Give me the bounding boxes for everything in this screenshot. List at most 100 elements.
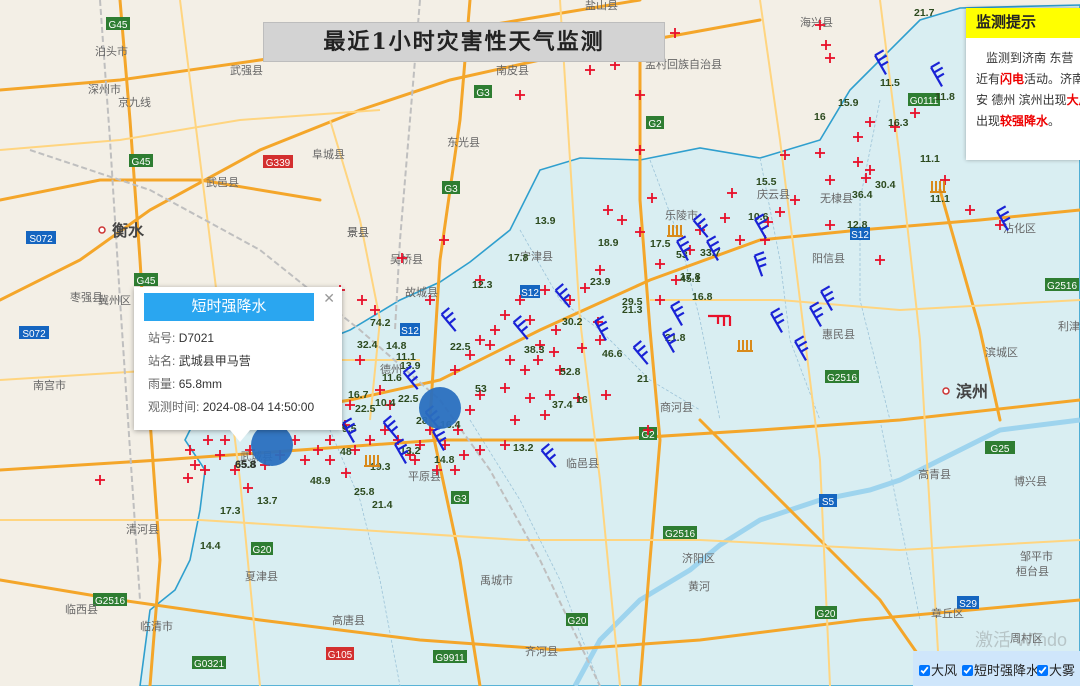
city-label: 乐陵市 bbox=[665, 208, 698, 222]
rain-value-label: 10.4 bbox=[375, 397, 396, 409]
city-label: 禹城市 bbox=[480, 573, 513, 587]
wind-checkbox[interactable] bbox=[919, 665, 930, 676]
svg-text:G3: G3 bbox=[476, 88, 490, 99]
city-label: 沾化区 bbox=[1003, 221, 1036, 235]
rain-value-label: 12.8 bbox=[847, 219, 868, 231]
toggle-fog[interactable]: 大雾 bbox=[1037, 660, 1075, 679]
rain-value-label: 15.9 bbox=[838, 97, 859, 109]
rain-value-label: 45.1 bbox=[680, 273, 701, 285]
rain-value-label: 17.5 bbox=[650, 238, 671, 250]
popup-name-row: 站名: 武城县甲马营 bbox=[148, 354, 251, 368]
toggle-rain[interactable]: 短时强降水 bbox=[962, 660, 1039, 679]
city-label: 黄河 bbox=[688, 579, 710, 593]
rain-value-label: 21 bbox=[637, 373, 649, 385]
rain-value-label: 15.5 bbox=[756, 176, 777, 188]
svg-text:S12: S12 bbox=[401, 326, 419, 337]
city-dot bbox=[942, 387, 950, 395]
city-label: 衡水 bbox=[112, 221, 145, 240]
svg-text:S12: S12 bbox=[851, 230, 869, 241]
rain-value-label: 13.2 bbox=[513, 442, 534, 454]
city-label: 济阳区 bbox=[682, 551, 715, 565]
rain-value-label: 23.9 bbox=[590, 276, 611, 288]
city-label: 高唐县 bbox=[332, 613, 365, 627]
city-label: 临邑县 bbox=[566, 456, 599, 470]
rain-value-label: 21.3 bbox=[622, 304, 643, 316]
city-label: 泊头市 bbox=[95, 44, 128, 58]
city-label: 阜城县 bbox=[312, 148, 345, 161]
popup-rain-row: 雨量: 65.8mm bbox=[148, 377, 223, 391]
notice-line2: 近有闪电活动。济南 bbox=[976, 72, 1080, 86]
svg-text:G45: G45 bbox=[109, 20, 128, 31]
notice-line4: 出现较强降水。 bbox=[976, 114, 1061, 128]
svg-text:G2516: G2516 bbox=[827, 373, 857, 384]
city-label: 商河县 bbox=[660, 400, 693, 414]
svg-text:G25: G25 bbox=[991, 444, 1010, 455]
rain-value-label: 11.1 bbox=[930, 193, 950, 205]
rain-value-label: 30.4 bbox=[875, 179, 896, 191]
popup-station-row: 站号: D7021 bbox=[148, 331, 215, 345]
rain-value-label: 22.5 bbox=[450, 341, 471, 353]
svg-text:G45: G45 bbox=[132, 157, 151, 168]
rain-value-label: 22.5 bbox=[355, 403, 376, 415]
rain-value-label: 11.8 bbox=[935, 91, 955, 103]
layer-toggle-panel: 大风 短时强降水 大雾 bbox=[913, 651, 1080, 686]
rain-checkbox[interactable] bbox=[962, 665, 973, 676]
rain-value-label: 13.7 bbox=[257, 495, 278, 507]
city-label: 惠民县 bbox=[822, 327, 855, 341]
selected-station-dot bbox=[251, 424, 293, 466]
notice-line3: 安 德州 滨州出现大风 bbox=[976, 93, 1080, 107]
city-label: 武邑县 bbox=[206, 176, 239, 189]
city-label: 冀州区 bbox=[98, 293, 131, 307]
rain-value-label: 16.3 bbox=[888, 117, 909, 129]
station-popup: 短时强降水 ✕ 站号: D7021 站名: 武城县甲马营 雨量: 65.8mm … bbox=[134, 287, 342, 442]
rain-value-label: 46.6 bbox=[602, 348, 623, 360]
city-label: 庆云县 bbox=[757, 187, 790, 201]
city-dot bbox=[98, 226, 106, 234]
city-label: 高青县 bbox=[918, 467, 951, 481]
rain-value-label: 21.7 bbox=[914, 7, 935, 19]
svg-text:S12: S12 bbox=[521, 288, 539, 299]
rain-value-label: 16 bbox=[814, 111, 826, 123]
rain-value-label: 14.8 bbox=[434, 454, 455, 466]
rain-value-label: 38.3 bbox=[524, 344, 545, 356]
svg-text:G2516: G2516 bbox=[665, 529, 695, 540]
rain-value-label: 11.1 bbox=[920, 153, 940, 165]
rain-value-label: 16 bbox=[576, 394, 588, 406]
city-label: 阳信县 bbox=[812, 252, 845, 265]
city-label: 章丘区 bbox=[931, 606, 964, 620]
svg-text:G339: G339 bbox=[266, 158, 291, 169]
svg-text:G20: G20 bbox=[253, 545, 272, 556]
svg-text:G9911: G9911 bbox=[435, 653, 465, 664]
city-label: 无棣县 bbox=[820, 192, 853, 205]
rain-value-label: 30.2 bbox=[562, 316, 583, 328]
rain-value-label: 18.9 bbox=[598, 237, 619, 249]
city-label: 桓台县 bbox=[1016, 564, 1049, 578]
rain-value-label: 14.4 bbox=[200, 540, 221, 552]
activation-watermark: 激活 Windo bbox=[975, 630, 1068, 650]
svg-text:G45: G45 bbox=[137, 276, 156, 287]
hotspot-dot bbox=[419, 387, 461, 429]
svg-text:G2516: G2516 bbox=[95, 596, 125, 607]
rain-value-label: 52.8 bbox=[560, 366, 581, 378]
fog-checkbox[interactable] bbox=[1037, 665, 1048, 676]
rain-value-label: 11.5 bbox=[880, 77, 900, 89]
rain-value-label: 48.9 bbox=[310, 475, 331, 487]
city-label: 京九线 bbox=[118, 95, 151, 109]
city-label: 夏津县 bbox=[245, 570, 278, 583]
city-label: 平原县 bbox=[408, 470, 441, 483]
rain-value-label: 17.8 bbox=[508, 252, 529, 264]
notice-body: 监测到济南 东营 近有闪电活动。济南 安 德州 滨州出现大风 出现较强降水。 bbox=[966, 38, 1080, 132]
city-label: 临清市 bbox=[140, 619, 173, 633]
rain-value-label: 16.8 bbox=[692, 291, 713, 303]
toggle-wind[interactable]: 大风 bbox=[919, 660, 957, 679]
svg-text:G3: G3 bbox=[444, 184, 458, 195]
rain-value-label: 32.4 bbox=[357, 339, 378, 351]
map-title: 最近1小时灾害性天气监测 bbox=[263, 22, 665, 62]
svg-text:G2: G2 bbox=[648, 119, 662, 130]
city-label: 利津 bbox=[1058, 320, 1080, 333]
city-label: 故城县 bbox=[405, 285, 438, 299]
notice-line1: 监测到济南 东营 bbox=[986, 51, 1074, 65]
svg-text:S072: S072 bbox=[29, 234, 53, 245]
close-icon[interactable]: ✕ bbox=[323, 290, 335, 307]
rain-value-label: 11.6 bbox=[382, 372, 402, 384]
